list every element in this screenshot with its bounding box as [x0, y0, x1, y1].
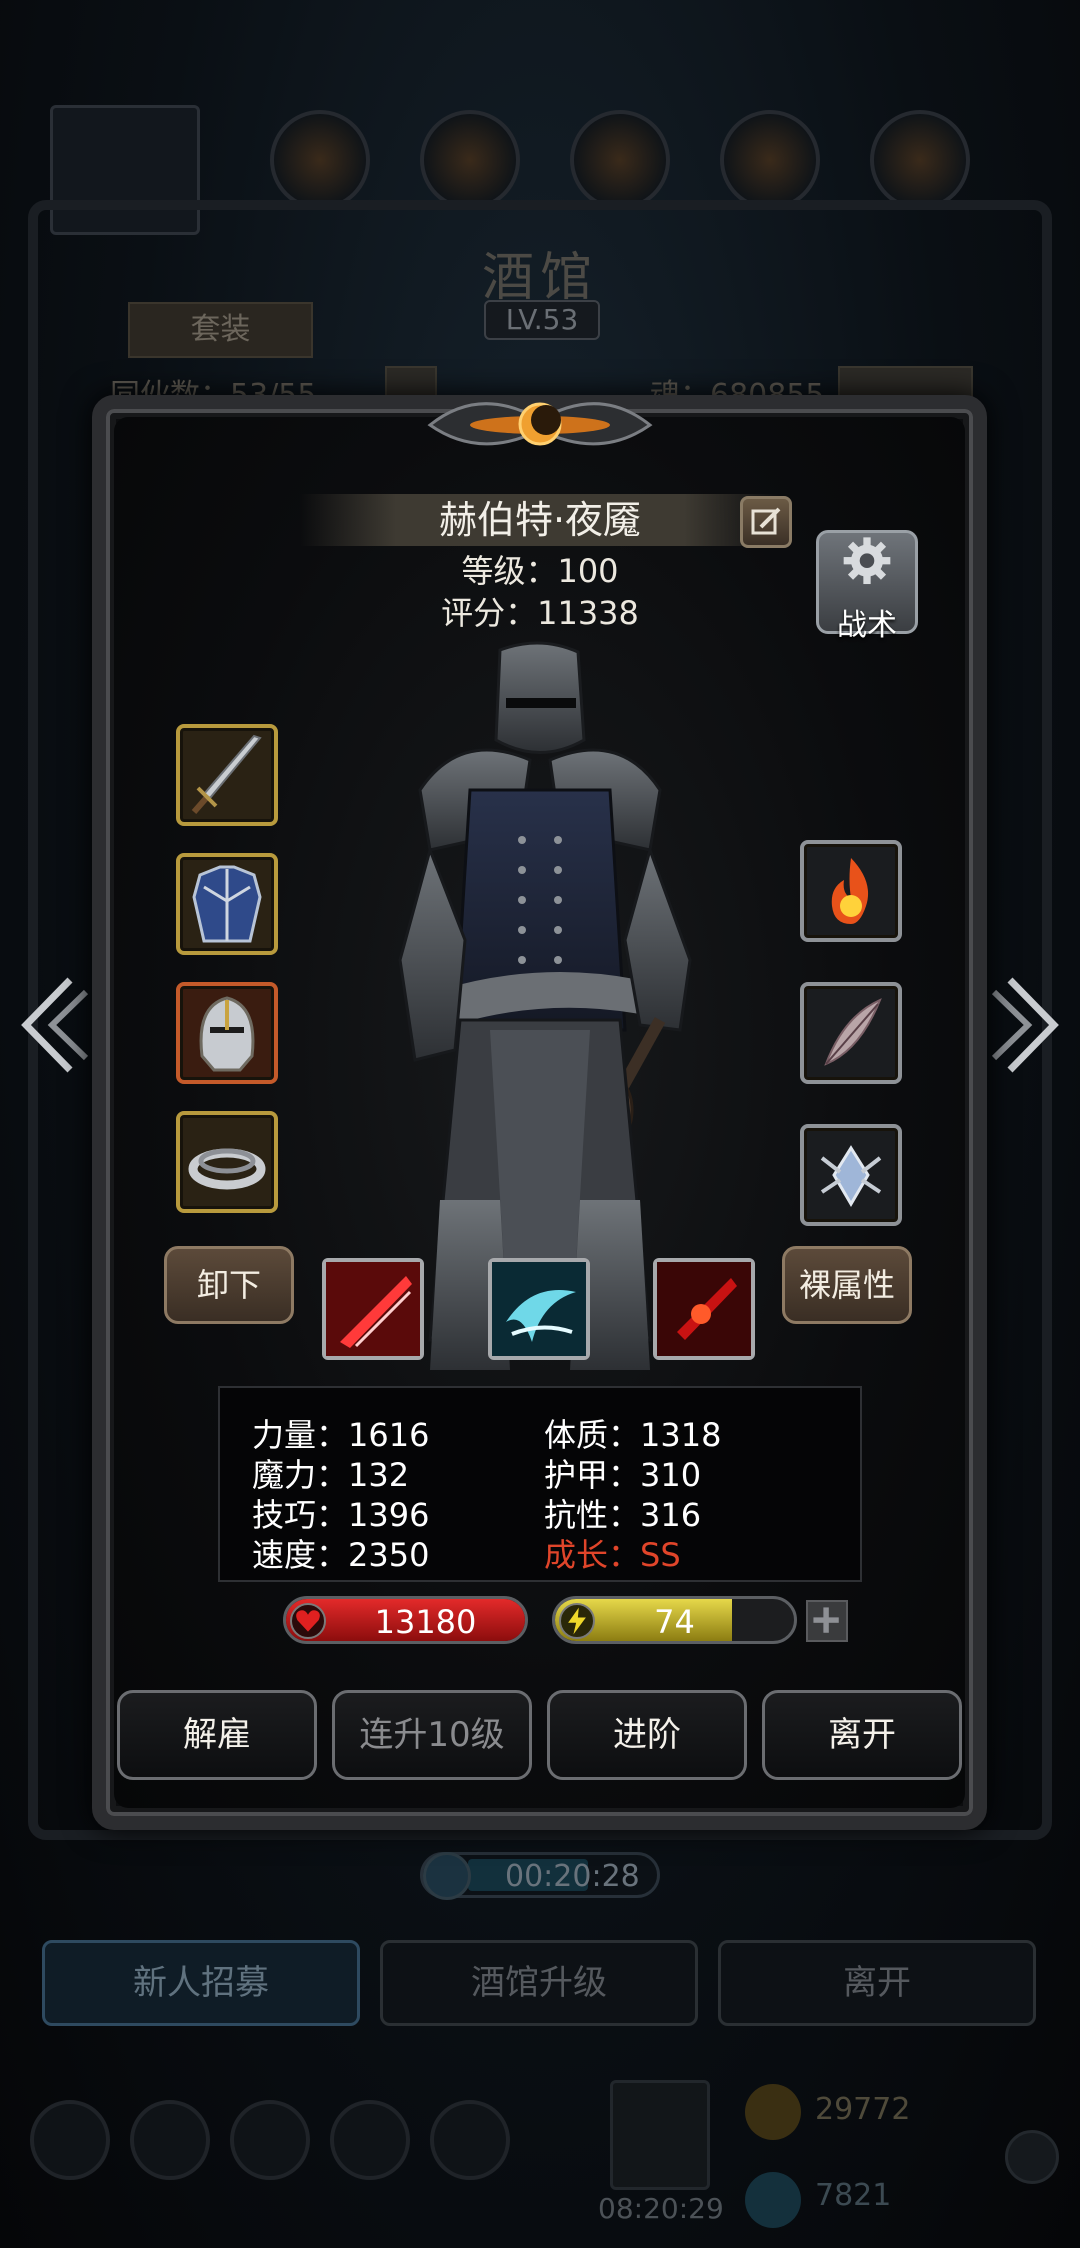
bare-attributes-button[interactable]: 裸属性 [782, 1246, 912, 1324]
plus-icon [813, 1607, 839, 1633]
stats-box: 力量：1616 魔力：132 技巧：1396 速度：2350 体质：1318 护… [218, 1386, 862, 1582]
gem-icon [745, 2172, 801, 2228]
gear-icon [843, 537, 891, 585]
bg-set-button: 套装 [128, 302, 313, 358]
skill-slot-1[interactable] [322, 1258, 424, 1360]
bg-gem-amount: 7821 [815, 2178, 892, 2213]
skill-slot-2[interactable] [488, 1258, 590, 1360]
ice-swirl-icon [492, 1262, 586, 1356]
level-up-10-button[interactable]: 连升10级 [332, 1690, 532, 1780]
hp-value: 13180 [374, 1603, 477, 1641]
feather-icon [824, 998, 882, 1066]
red-slash-icon [326, 1262, 420, 1356]
crest-emblem-icon [427, 402, 653, 446]
clock-icon [423, 1852, 471, 1900]
bg-orb-icon [720, 110, 820, 210]
sword-icon [191, 734, 262, 814]
rename-button[interactable] [740, 496, 792, 548]
bg-dock: 08:20:29 29772 7821 [0, 2080, 1080, 2230]
advance-button[interactable]: 进阶 [547, 1690, 747, 1780]
chest-icon [610, 2080, 710, 2190]
bg-dock-icon [330, 2100, 410, 2180]
armor-slot[interactable] [176, 853, 278, 955]
unequip-button[interactable]: 卸下 [164, 1246, 294, 1324]
bg-orb-icon [420, 110, 520, 210]
lightning-icon [559, 1603, 595, 1639]
bg-upgrade-button: 酒馆升级 [380, 1940, 698, 2026]
bg-dock-icon [130, 2100, 210, 2180]
energy-bar: 74 [552, 1596, 797, 1644]
energy-value: 74 [654, 1603, 695, 1641]
bg-recruit-button: 新人招募 [42, 1940, 360, 2026]
heart-icon [290, 1603, 326, 1639]
add-energy-button[interactable] [806, 1600, 848, 1642]
bg-leave-button: 离开 [718, 1940, 1036, 2026]
accessory-slot-1[interactable] [800, 840, 902, 942]
bg-title: 酒馆 [481, 248, 598, 308]
fire-orb-icon [831, 858, 869, 924]
hero-name: 赫伯特·夜魇 [438, 498, 642, 542]
hero-level: 等级：100 [461, 552, 619, 590]
bg-level-badge: LV.53 [484, 300, 600, 340]
skill-slot-3[interactable] [653, 1258, 755, 1360]
helmet-slot[interactable] [176, 982, 278, 1084]
accessory-slot-2[interactable] [800, 982, 902, 1084]
crystal-emblem-icon [820, 1145, 882, 1207]
ring-slot[interactable] [176, 1111, 278, 1213]
next-hero-arrow-icon[interactable] [988, 970, 1068, 1080]
bg-dock-icon [430, 2100, 510, 2180]
weapon-slot[interactable] [176, 724, 278, 826]
bg-orb-icon [870, 110, 970, 210]
bg-orb-icon [570, 110, 670, 210]
edit-pencil-icon [751, 507, 781, 535]
dismiss-button[interactable]: 解雇 [117, 1690, 317, 1780]
bg-dock-icon [230, 2100, 310, 2180]
hp-bar: 13180 [283, 1596, 528, 1644]
ring-icon [188, 1148, 266, 1190]
hero-score: 评分：11338 [441, 594, 639, 632]
accessory-slot-3[interactable] [800, 1124, 902, 1226]
stat-speed: 速度：2350 [252, 1536, 430, 1574]
stat-growth: 成长：SS [544, 1536, 681, 1574]
bg-dock-timer: 08:20:29 [598, 2192, 724, 2225]
bg-top-icons [40, 95, 1040, 235]
chest-armor-icon [192, 865, 262, 943]
prev-hero-arrow-icon[interactable] [12, 970, 92, 1080]
gold-coin-icon [745, 2084, 801, 2140]
plus-icon [1005, 2130, 1059, 2184]
bg-timer: 00:20:28 [420, 1852, 660, 1900]
blood-strike-icon [657, 1262, 751, 1356]
tactics-label: 战术 [837, 608, 897, 643]
bg-dock-icon [30, 2100, 110, 2180]
helmet-icon [199, 996, 255, 1072]
bg-orb-icon [270, 110, 370, 210]
leave-button[interactable]: 离开 [762, 1690, 962, 1780]
bg-gold-amount: 29772 [815, 2092, 911, 2127]
